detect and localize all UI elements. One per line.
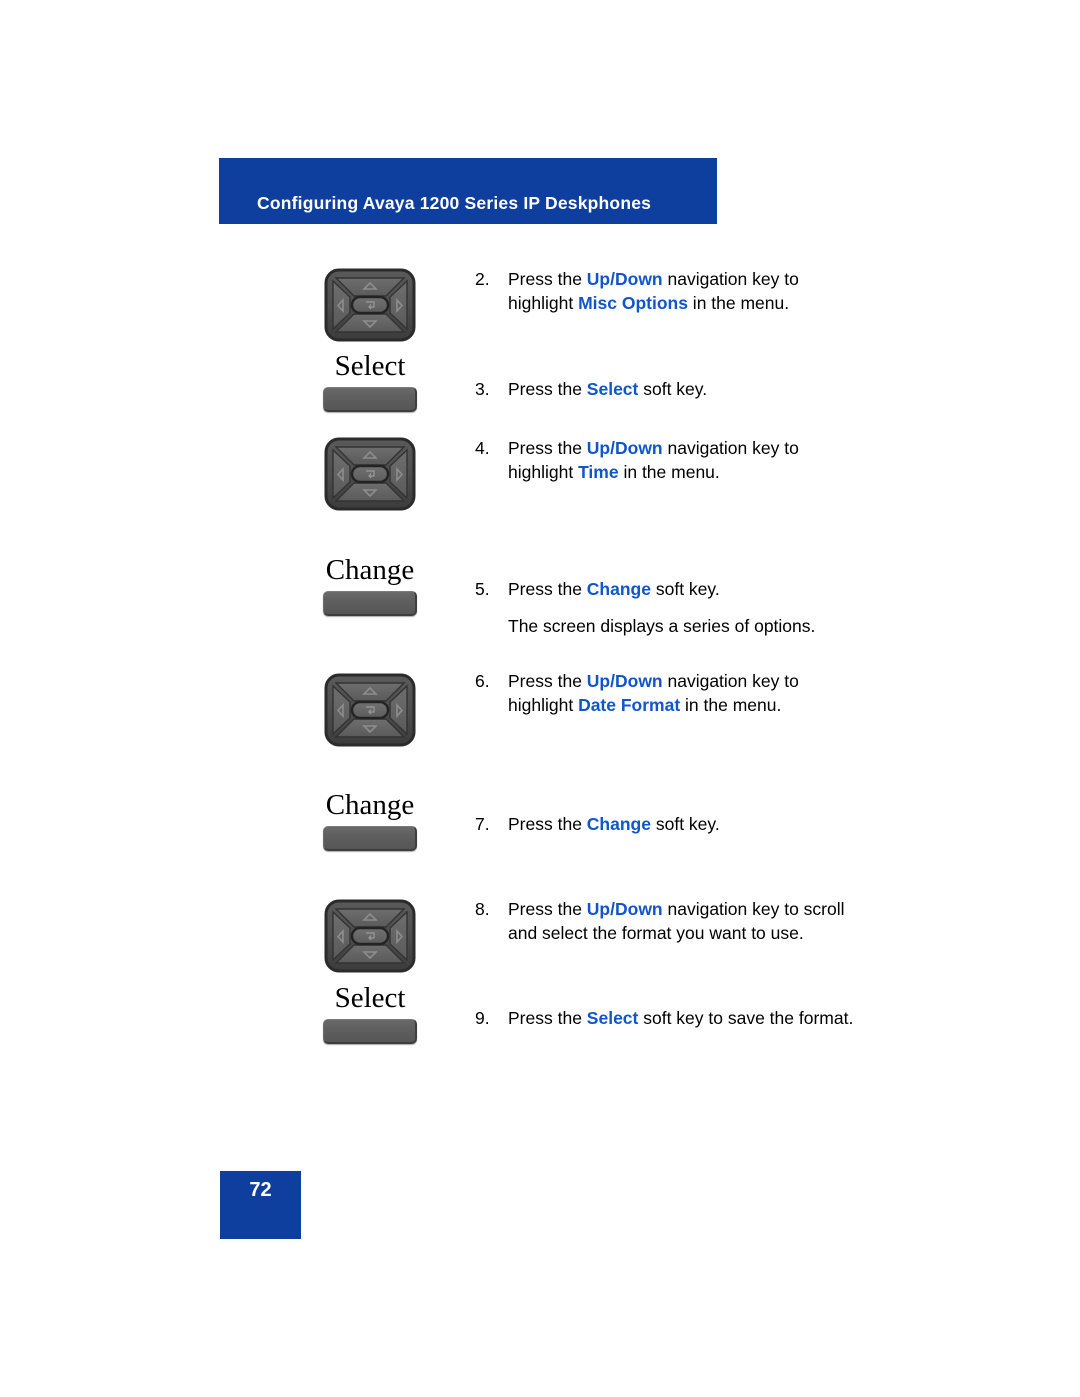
step-number: 7. — [475, 814, 490, 834]
emphasized-term: Select — [586, 1008, 639, 1028]
step-text-segment: Press the — [508, 438, 587, 458]
step-text-segment: Press the — [508, 899, 587, 919]
step-text-segment: soft key. — [650, 579, 720, 599]
step-number: 2. — [475, 269, 490, 289]
step-text: Press the Change soft key. — [508, 578, 855, 602]
step-number: 3. — [475, 379, 490, 399]
navigation-cluster-icon — [324, 899, 416, 975]
step-text: Press the Up/Down navigation key to scro… — [508, 898, 855, 946]
navigation-cluster-icon — [324, 268, 416, 344]
step-text-segment: Press the — [508, 579, 587, 599]
step-text-segment: Press the — [508, 671, 587, 691]
step-text-segment: in the menu. — [680, 694, 782, 715]
step-text: Press the Up/Down navigation key to high… — [508, 437, 855, 485]
step-text-segment: Press the — [508, 1008, 587, 1028]
navigation-cluster-icon — [324, 673, 416, 749]
step-number: 4. — [475, 438, 490, 458]
step-text: Press the Up/Down navigation key to high… — [508, 268, 855, 316]
page-number: 72 — [249, 1179, 272, 1201]
soft-key-illustration: Change — [280, 556, 460, 616]
emphasized-term: Up/Down — [586, 438, 663, 458]
emphasized-term: Up/Down — [586, 671, 663, 691]
soft-key-label: Change — [325, 789, 415, 821]
soft-key-label: Select — [334, 350, 406, 382]
step-number: 9. — [475, 1008, 490, 1028]
soft-key-label: Change — [325, 554, 415, 586]
step-row: 2. Press the Up/Down navigation key to hi… — [475, 268, 855, 316]
step-text-segment: soft key. — [650, 814, 720, 834]
soft-key-icon — [323, 591, 417, 616]
step-row: 7. Press the Change soft key. — [475, 813, 855, 837]
step-note: The screen displays a series of options. — [508, 615, 816, 636]
page-number-box: 72 — [220, 1171, 301, 1239]
emphasized-term: Time — [578, 461, 619, 482]
soft-key-icon — [323, 826, 417, 851]
step-text: Press the Change soft key. — [508, 813, 855, 837]
step-row: 9. Press the Select soft key to save the … — [475, 1007, 855, 1031]
soft-key-illustration: Change — [280, 791, 460, 851]
soft-key-illustration: Select — [280, 984, 460, 1044]
step-row: 3. Press the Select soft key. — [475, 378, 855, 402]
step-text: Press the Up/Down navigation key to high… — [508, 670, 855, 718]
instruction-step: 2. Press the Up/Down navigation key to hi… — [475, 268, 855, 316]
emphasized-term: Misc Options — [578, 292, 688, 313]
step-row: 5. Press the Change soft key. — [475, 578, 855, 602]
step-text-segment: soft key. — [638, 379, 708, 399]
emphasized-term: Change — [586, 814, 651, 834]
page-content: Select Change Change Select 2. Press the… — [0, 0, 1080, 1397]
step-text: Press the Select soft key to save the fo… — [508, 1007, 855, 1031]
step-text-segment: Press the — [508, 379, 587, 399]
step-row: 6. Press the Up/Down navigation key to hi… — [475, 670, 855, 718]
step-text-segment: Press the — [508, 814, 587, 834]
step-row: 8. Press the Up/Down navigation key to sc… — [475, 898, 855, 946]
step-text-segment: soft key to save the format. — [638, 1008, 854, 1028]
step-number: 8. — [475, 899, 490, 919]
emphasized-term: Up/Down — [586, 269, 663, 289]
soft-key-illustration: Select — [280, 352, 460, 412]
step-number: 5. — [475, 579, 490, 599]
instruction-step: 3. Press the Select soft key. — [475, 378, 855, 402]
step-row: 4. Press the Up/Down navigation key to hi… — [475, 437, 855, 485]
emphasized-term: Date Format — [578, 694, 681, 715]
emphasized-term: Up/Down — [586, 899, 663, 919]
instruction-step: 4. Press the Up/Down navigation key to hi… — [475, 437, 855, 485]
step-text-segment: in the menu. — [618, 461, 720, 482]
instruction-step: 9. Press the Select soft key to save the … — [475, 1007, 855, 1031]
soft-key-icon — [323, 387, 417, 412]
step-text-segment: in the menu. — [687, 292, 790, 313]
instruction-step: 7. Press the Change soft key. — [475, 813, 855, 837]
instruction-step: 8. Press the Up/Down navigation key to sc… — [475, 898, 855, 946]
step-number: 6. — [475, 671, 490, 691]
step-text: Press the Select soft key. — [508, 378, 855, 402]
emphasized-term: Change — [586, 579, 651, 599]
emphasized-term: Select — [586, 379, 639, 399]
step-text-segment: Press the — [508, 269, 587, 289]
instruction-step: 5. Press the Change soft key. The screen d… — [475, 578, 855, 639]
soft-key-label: Select — [334, 982, 406, 1014]
instruction-step: 6. Press the Up/Down navigation key to hi… — [475, 670, 855, 718]
soft-key-icon — [323, 1019, 417, 1044]
navigation-cluster-icon — [324, 437, 416, 513]
